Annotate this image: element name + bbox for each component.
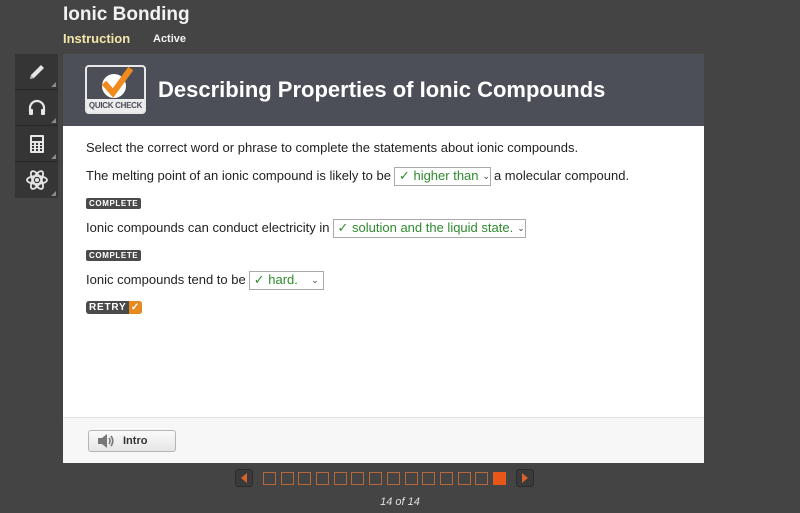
speaker-icon [98,434,114,448]
answer-dropdown-2[interactable]: ✓ solution and the liquid state. ⌄ [332,218,526,238]
page-indicator-12[interactable] [457,471,471,485]
page-indicator-11[interactable] [439,471,453,485]
calculator-tool-button[interactable] [15,126,58,162]
status-badge-complete: COMPLETE [86,198,142,209]
intro-label: Intro [123,435,148,447]
pencil-tool-button[interactable] [15,54,58,90]
quick-check-logo: QUICK CHECK [85,65,146,114]
status-badge-complete: COMPLETE [86,250,142,261]
page-indicator-7[interactable] [369,471,383,485]
expand-corner-icon [51,118,56,123]
page-indicator-4[interactable] [316,471,330,485]
question-3-prefix: Ionic compounds tend to be [86,272,246,287]
arrow-left-icon [241,473,247,483]
page-indicator-13[interactable] [475,471,489,485]
answer-dropdown-3-value: ✓ hard. [253,272,298,287]
page-indicator-10[interactable] [422,471,436,485]
chevron-down-icon: ⌄ [311,275,319,285]
panel-footer: Intro [63,417,704,463]
question-2: Ionic compounds can conduct electricity … [86,218,681,238]
page-navigator [235,469,534,487]
answer-dropdown-3[interactable]: ✓ hard. ⌄ [248,270,324,290]
expand-corner-icon [51,191,56,196]
checkmark-icon: ✓ [128,301,142,314]
page-count: 14 of 14 [380,496,420,508]
page-indicator-14[interactable] [492,471,506,485]
page-indicators [263,471,506,485]
question-1: The melting point of an ionic compound i… [86,166,681,186]
page-title: Describing Properties of Ionic Compounds [158,77,606,102]
chevron-down-icon: ⌄ [517,223,525,233]
checkmark-circle-icon [101,67,134,98]
chevron-down-icon: ⌄ [482,171,491,181]
expand-corner-icon [51,154,56,159]
calculator-icon [29,134,44,153]
next-page-button[interactable] [515,469,534,487]
tab-instruction[interactable]: Instruction [63,31,130,46]
question-3: Ionic compounds tend to be ✓ hard. ⌄ [86,270,681,290]
page-indicator-9[interactable] [404,471,418,485]
answer-dropdown-1[interactable]: ✓ higher than ⌄ [393,166,491,186]
instructions-text: Select the correct word or phrase to com… [86,140,579,155]
answer-dropdown-1-value: ✓ higher than [398,168,479,183]
atom-icon [25,170,48,190]
page-indicator-6[interactable] [351,471,365,485]
retry-label: RETRY [89,302,127,313]
tab-active[interactable]: Active [153,33,186,45]
quick-check-label: QUICK CHECK [87,99,144,112]
headphones-icon [28,99,45,115]
answer-dropdown-2-value: ✓ solution and the liquid state. [337,220,514,235]
page-indicator-5[interactable] [333,471,347,485]
page-indicator-8[interactable] [386,471,400,485]
question-1-prefix: The melting point of an ionic compound i… [86,168,391,183]
pencil-icon [29,64,44,79]
panel-header: QUICK CHECK Describing Properties of Ion… [63,54,704,126]
retry-button[interactable]: RETRY ✓ [86,301,142,314]
question-1-suffix: a molecular compound. [493,168,630,183]
arrow-right-icon [521,473,528,483]
side-toolbar [15,54,58,198]
previous-page-button[interactable] [235,469,253,487]
app-title: Ionic Bonding [63,4,190,25]
question-body: Select the correct word or phrase to com… [63,126,704,314]
quick-check-panel: QUICK CHECK Describing Properties of Ion… [63,54,704,463]
page-indicator-1[interactable] [263,471,276,485]
expand-corner-icon [51,82,56,87]
question-2-prefix: Ionic compounds can conduct electricity … [86,220,330,235]
page-indicator-3[interactable] [298,471,312,485]
intro-audio-button[interactable]: Intro [88,430,176,452]
page-indicator-2[interactable] [280,471,294,485]
audio-tool-button[interactable] [15,90,58,126]
periodic-table-tool-button[interactable] [15,162,58,198]
